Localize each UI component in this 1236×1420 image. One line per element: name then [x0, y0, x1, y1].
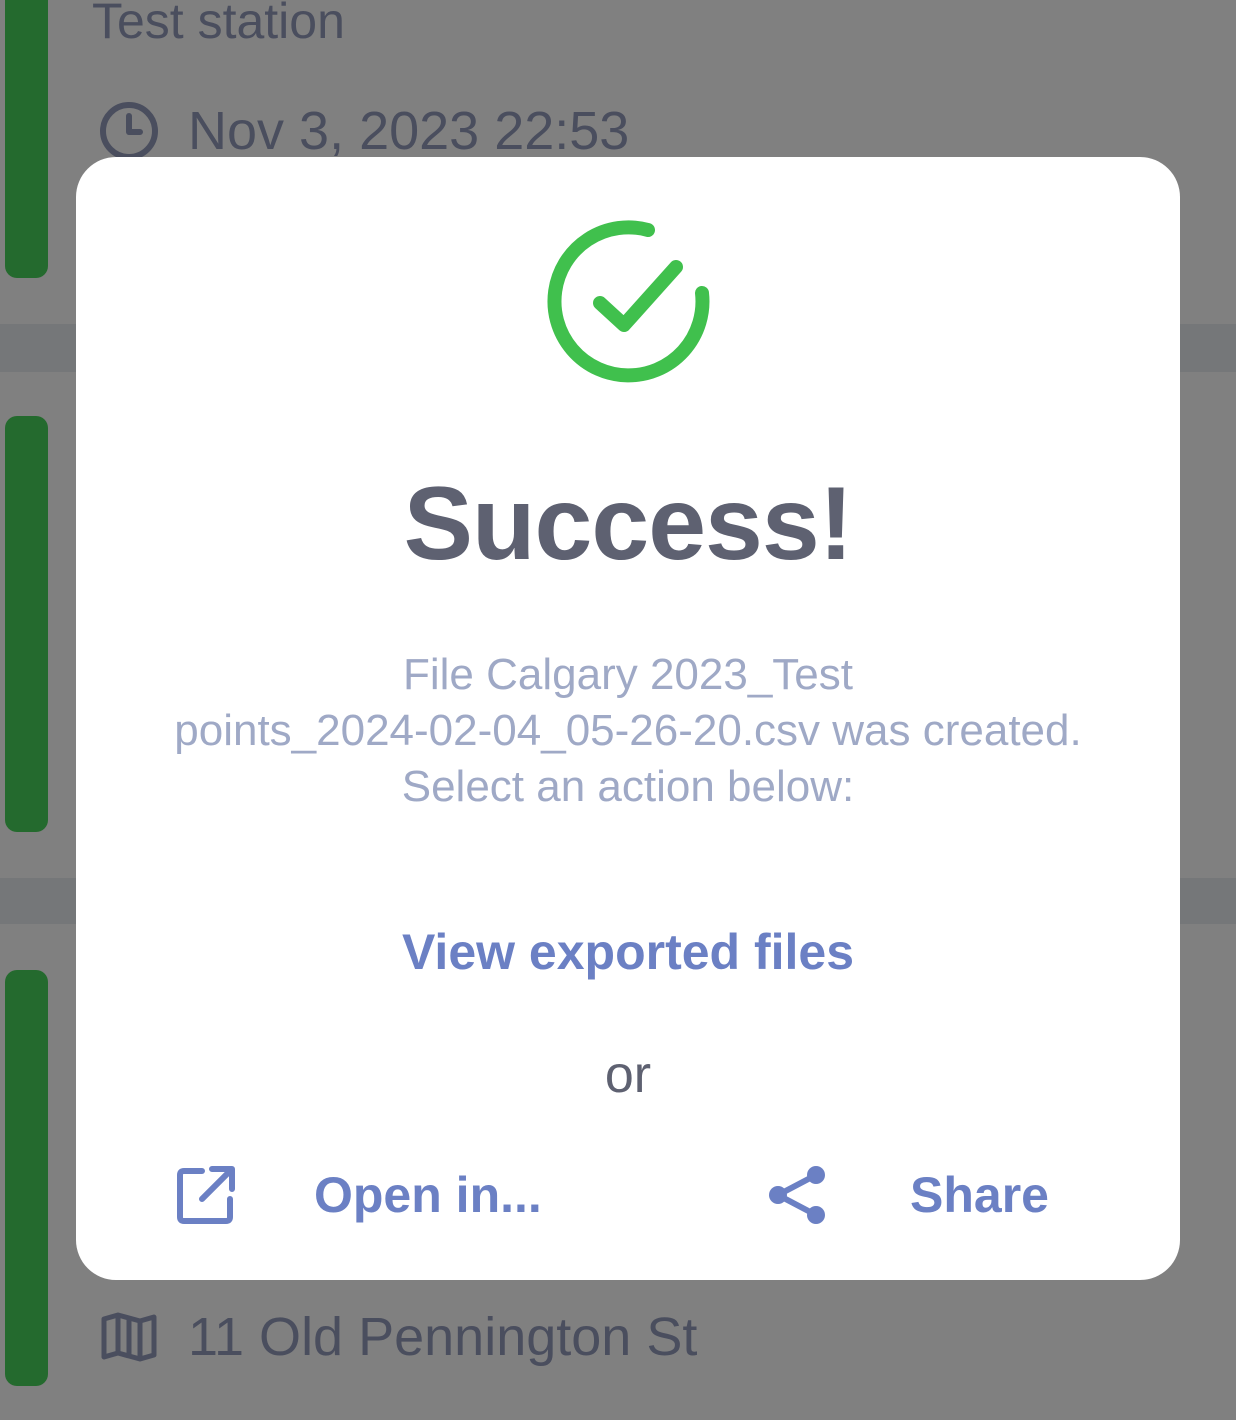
list-item-time-row: Nov 3, 2023 22:53: [98, 100, 629, 162]
list-item-time: Nov 3, 2023 22:53: [188, 101, 630, 161]
dialog-message: File Calgary 2023_Test points_2024-02-04…: [116, 647, 1140, 815]
clock-icon: [98, 100, 160, 162]
share-label: Share: [910, 1167, 1049, 1223]
success-dialog: Success! File Calgary 2023_Test points_2…: [76, 157, 1180, 1280]
or-separator: or: [604, 1046, 652, 1104]
view-exported-files-button[interactable]: View exported files: [76, 923, 1180, 981]
dialog-message-line: points_2024-02-04_05-26-20.csv was creat…: [174, 706, 1082, 755]
map-icon: [98, 1306, 160, 1368]
dialog-message-line: File Calgary 2023_Test: [402, 650, 853, 699]
status-indicator: [5, 970, 48, 1386]
share-icon: [764, 1163, 828, 1227]
status-indicator: [5, 416, 48, 832]
status-indicator: [5, 0, 48, 278]
share-button[interactable]: Share: [764, 1155, 1049, 1235]
list-item-address-row: 11 Old Pennington St: [98, 1306, 697, 1368]
screen: Test station Nov 3, 2023 22:53 11 Old Pe…: [0, 0, 1236, 1420]
check-circle-icon: [542, 215, 714, 387]
dialog-message-line: Select an action below:: [401, 762, 855, 811]
external-link-icon: [174, 1163, 238, 1227]
list-item-address: 11 Old Pennington St: [188, 1307, 698, 1367]
open-in-label: Open in...: [314, 1167, 542, 1223]
open-in-button[interactable]: Open in...: [174, 1155, 542, 1235]
dialog-title: Success!: [403, 466, 854, 582]
list-item-title: Test station: [92, 0, 345, 49]
